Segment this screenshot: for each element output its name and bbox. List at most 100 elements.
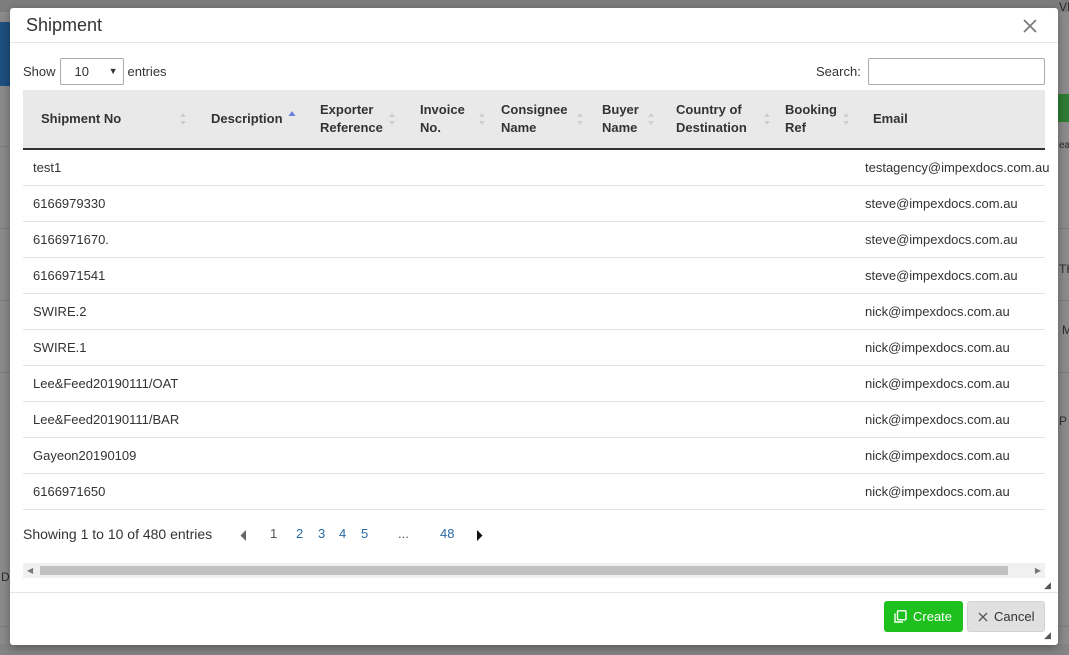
header-line-2: Destination — [676, 120, 747, 135]
cell-shipment-no: Lee&Feed20190111/BAR — [33, 412, 180, 427]
scroll-right-icon[interactable]: ▶ — [1035, 566, 1041, 575]
dialog-title: Shipment — [26, 15, 103, 35]
background-bottom-bar — [0, 644, 1069, 655]
entries-per-page-value: 10 — [74, 63, 89, 79]
sort-ascending-icon — [288, 111, 296, 116]
table-row[interactable]: SWIRE.1 nick@impexdocs.com.au — [23, 330, 1045, 366]
background-text: VI — [1059, 0, 1069, 14]
search-control: Search: — [816, 56, 1045, 86]
page-2[interactable]: 2 — [296, 526, 303, 541]
table-row[interactable]: Lee&Feed20190111/OAT nick@impexdocs.com.a… — [23, 366, 1045, 402]
previous-page-icon[interactable] — [240, 530, 247, 541]
shipment-table: Shipment No Description Exporter Referenc… — [23, 90, 1049, 510]
table-body: test1 testagency@impexdocs.com.au 61669793… — [23, 150, 1049, 510]
column-header-label: Shipment No — [41, 111, 122, 126]
close-icon[interactable] — [1020, 16, 1040, 36]
cell-email: nick@impexdocs.com.au — [865, 484, 1010, 499]
page-1[interactable]: 1 — [270, 526, 277, 541]
page-4[interactable]: 4 — [339, 526, 346, 541]
header-line-2: Name — [602, 120, 638, 135]
header-line-2: No. — [420, 120, 441, 135]
length-prefix: Show — [23, 63, 56, 79]
column-header-invoice-no[interactable]: Invoice No. — [420, 90, 490, 148]
cell-shipment-no: 6166971541 — [33, 268, 106, 283]
cell-shipment-no: 6166979330 — [33, 196, 106, 211]
header-line-2: Ref — [785, 120, 806, 135]
cell-email: nick@impexdocs.com.au — [865, 412, 1010, 427]
background-text: M — [1062, 323, 1069, 337]
length-suffix: entries — [127, 63, 167, 79]
cell-shipment-no: 6166971670. — [33, 232, 109, 247]
column-header-label: Exporter Reference — [320, 101, 383, 137]
page-3[interactable]: 3 — [318, 526, 325, 541]
sort-both-icon — [648, 113, 654, 125]
background-text: D — [1, 570, 10, 584]
header-line-1: Country of — [676, 102, 742, 117]
column-header-label: Description — [211, 111, 283, 126]
header-line-1: Invoice — [420, 102, 465, 117]
sort-both-icon — [389, 113, 395, 125]
column-header-country-of-destination[interactable]: Country of Destination — [676, 90, 776, 148]
cell-email: steve@impexdocs.com.au — [865, 232, 1018, 247]
column-header-consignee-name[interactable]: Consignee Name — [501, 90, 591, 148]
table-info: Showing 1 to 10 of 480 entries — [23, 526, 213, 542]
cell-shipment-no: SWIRE.2 — [33, 304, 87, 319]
cell-email: nick@impexdocs.com.au — [865, 304, 1010, 319]
cell-shipment-no: Lee&Feed20190111/OAT — [33, 376, 179, 391]
column-header-label: Email — [873, 111, 908, 126]
cell-shipment-no: 6166971650 — [33, 484, 106, 499]
table-row[interactable]: Gayeon20190109 nick@impexdocs.com.au — [23, 438, 1045, 474]
cell-shipment-no: test1 — [33, 160, 62, 175]
cell-email: testagency@impexdocs.com.au — [865, 160, 1050, 175]
table-row[interactable]: SWIRE.2 nick@impexdocs.com.au — [23, 294, 1045, 330]
create-button-label: Create — [913, 609, 953, 624]
cell-shipment-no: SWIRE.1 — [33, 340, 87, 355]
dialog-footer: Create Cancel ◢ — [10, 592, 1058, 645]
cell-email: steve@impexdocs.com.au — [865, 268, 1018, 283]
sort-both-icon — [577, 113, 583, 125]
header-line-1: Exporter — [320, 102, 374, 117]
column-header-description[interactable]: Description — [211, 90, 311, 148]
search-input[interactable] — [867, 57, 1045, 85]
cell-email: steve@impexdocs.com.au — [865, 196, 1018, 211]
column-header-booking-ref[interactable]: Booking Ref — [785, 90, 855, 148]
create-button[interactable]: Create — [884, 601, 963, 632]
cell-email: nick@impexdocs.com.au — [865, 376, 1010, 391]
header-line-1: Booking — [785, 102, 837, 117]
page-last[interactable]: 48 — [440, 526, 454, 541]
table-row[interactable]: test1 testagency@impexdocs.com.au — [23, 150, 1049, 186]
column-header-label: Booking Ref — [785, 101, 837, 137]
table-row[interactable]: 6166971670. steve@impexdocs.com.au — [23, 222, 1045, 258]
horizontal-scrollbar[interactable]: ◀ ▶ — [23, 563, 1045, 578]
column-header-label: Country of Destination — [676, 101, 747, 137]
resize-handle-icon[interactable]: ◢ — [1044, 580, 1051, 591]
table-row[interactable]: 6166979330 steve@impexdocs.com.au — [23, 186, 1045, 222]
search-label: Search: — [816, 63, 861, 79]
scrollbar-thumb[interactable] — [40, 566, 1008, 575]
column-header-label: Invoice No. — [420, 101, 465, 137]
sort-both-icon — [479, 113, 485, 125]
column-header-label: Buyer Name — [602, 101, 639, 137]
resize-handle-icon[interactable]: ◢ — [1044, 630, 1051, 641]
column-header-shipment-no[interactable]: Shipment No — [41, 90, 209, 148]
cancel-button-label: Cancel — [994, 609, 1035, 624]
table-row[interactable]: 6166971541 steve@impexdocs.com.au — [23, 258, 1045, 294]
sort-both-icon — [764, 113, 770, 125]
background-text: TH — [1059, 262, 1069, 276]
pagination-ellipsis: ... — [398, 526, 409, 541]
page-5[interactable]: 5 — [361, 526, 368, 541]
column-header-exporter-reference[interactable]: Exporter Reference — [320, 90, 410, 148]
background-text: ea — [1059, 140, 1069, 151]
cancel-button[interactable]: Cancel — [967, 601, 1045, 632]
next-page-icon[interactable] — [476, 530, 483, 541]
table-row[interactable]: Lee&Feed20190111/BAR nick@impexdocs.com.a… — [23, 402, 1045, 438]
column-header-buyer-name[interactable]: Buyer Name — [602, 90, 662, 148]
header-line-2: Reference — [320, 120, 383, 135]
entries-per-page-select[interactable]: 10 ▼ — [59, 57, 124, 85]
header-line-2: Name — [501, 120, 537, 135]
table-row[interactable]: 6166971650 nick@impexdocs.com.au — [23, 474, 1045, 510]
scroll-left-icon[interactable]: ◀ — [27, 566, 33, 575]
shipment-dialog: Shipment Show 10 ▼ entries Search: Shipm… — [10, 8, 1058, 645]
column-header-email: Email — [873, 90, 1043, 148]
sort-both-icon — [843, 113, 849, 125]
